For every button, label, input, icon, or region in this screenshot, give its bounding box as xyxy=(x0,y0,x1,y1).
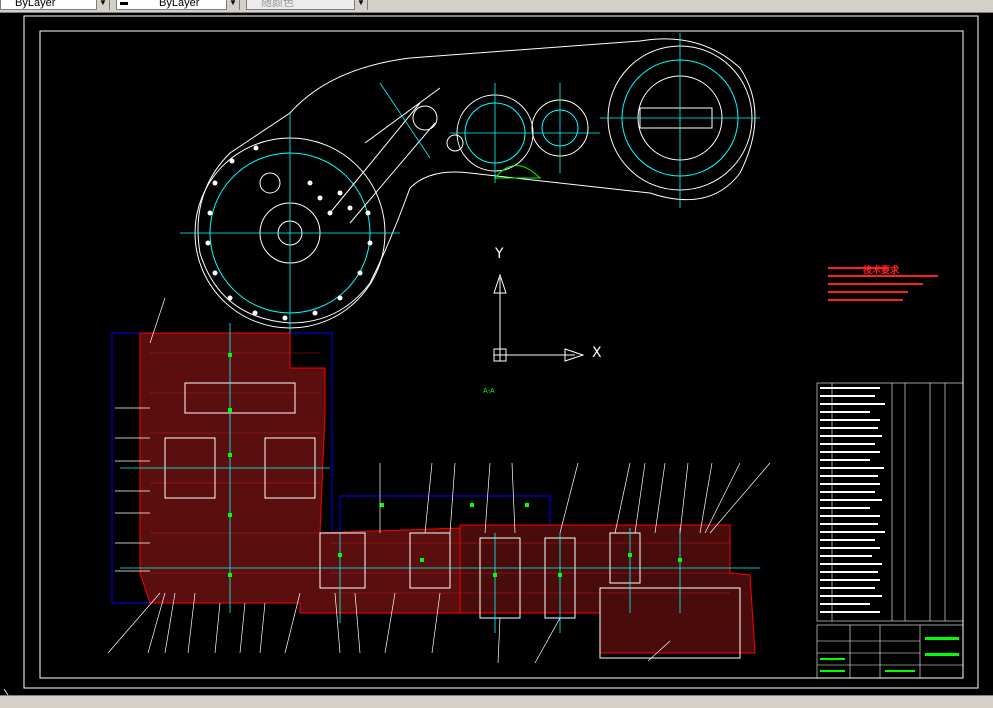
lineweight-combo[interactable]: ByLayer ▼ xyxy=(116,0,240,10)
chevron-down-icon[interactable]: ▼ xyxy=(226,0,239,10)
centerlines-upper xyxy=(180,33,760,343)
title-block-text xyxy=(820,637,959,672)
section-label: A-A xyxy=(483,388,495,395)
arm-assembly xyxy=(194,38,756,329)
drawing-canvas[interactable]: Y X A-A 技术要求 xyxy=(0,13,993,695)
properties-toolbar: ByLayer ▼ ByLayer ▼ 随颜色 ▼ xyxy=(0,0,993,13)
plotstyle-value: 随颜色 xyxy=(261,0,294,9)
ucs-y-label: Y xyxy=(495,246,504,262)
lineweight-swatch xyxy=(120,2,128,5)
notes-title: 技术要求 xyxy=(863,265,900,275)
plotstyle-combo[interactable]: 随颜色 ▼ xyxy=(246,0,368,10)
parts-list-rows xyxy=(820,387,885,613)
ucs-icon xyxy=(493,273,585,362)
gearbox-section xyxy=(107,297,771,664)
command-bar[interactable] xyxy=(0,695,993,708)
parts-list xyxy=(816,382,964,622)
ucs-x-label: X xyxy=(592,345,602,361)
linetype-value: ByLayer xyxy=(15,0,56,9)
linetype-combo[interactable]: ByLayer ▼ xyxy=(0,0,110,10)
chevron-down-icon[interactable]: ▼ xyxy=(96,0,109,10)
lineweight-value: ByLayer xyxy=(159,0,200,9)
cad-drawing xyxy=(3,15,979,695)
chevron-down-icon[interactable]: ▼ xyxy=(354,0,367,10)
